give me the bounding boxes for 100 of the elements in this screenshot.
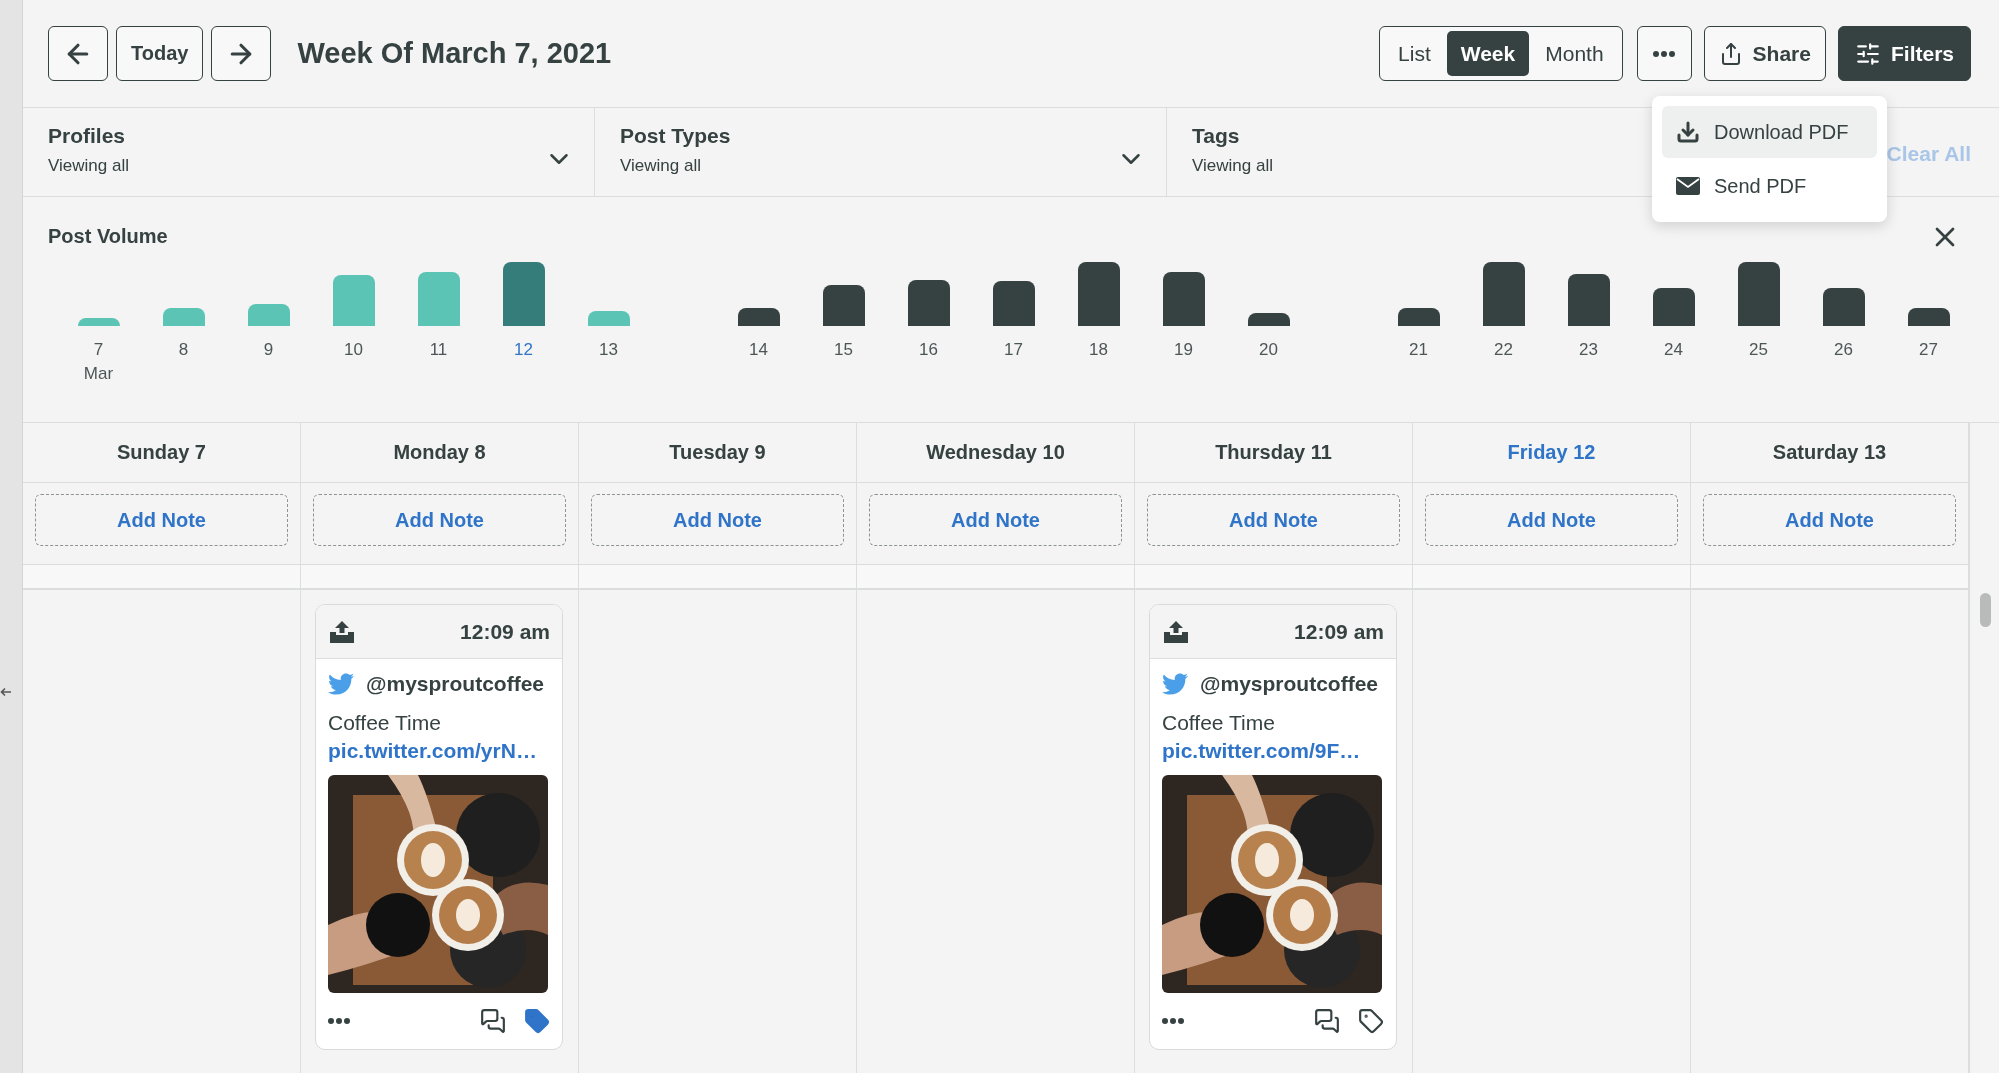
add-note-button[interactable]: Add Note xyxy=(869,494,1122,546)
volume-bar[interactable] xyxy=(992,281,1035,326)
post-time: 12:09 am xyxy=(1294,619,1384,644)
post-text: Coffee Time xyxy=(328,711,442,735)
volume-bar[interactable] xyxy=(1567,274,1610,326)
day-label: 23 xyxy=(1579,340,1598,360)
twitter-bird-icon xyxy=(328,671,354,697)
filters-button[interactable]: Filters xyxy=(1837,26,1971,81)
more-icon xyxy=(1162,1018,1184,1024)
volume-bar[interactable] xyxy=(1737,262,1780,326)
tag-button[interactable] xyxy=(524,1008,550,1034)
volume-bar[interactable] xyxy=(1907,308,1950,326)
day-label: 19 xyxy=(1174,340,1193,360)
account-handle: @mysproutcoffee xyxy=(1200,672,1378,696)
volume-bar[interactable] xyxy=(502,262,545,326)
day-label: 13 xyxy=(599,340,618,360)
chat-bubbles-icon xyxy=(1314,1008,1340,1034)
day-label: 27 xyxy=(1919,340,1938,360)
tag-icon xyxy=(524,1008,550,1034)
chat-bubbles-icon xyxy=(480,1008,506,1034)
more-button[interactable] xyxy=(328,1018,350,1024)
volume-bar[interactable] xyxy=(737,308,780,326)
filter-dropdown[interactable]: Post Types Viewing all xyxy=(595,108,1167,196)
comments-button[interactable] xyxy=(1314,1008,1340,1034)
filter-value: Viewing all xyxy=(48,156,129,176)
day-label: 10 xyxy=(344,340,363,360)
filter-value: Viewing all xyxy=(1192,156,1273,176)
day-label: 14 xyxy=(749,340,768,360)
share-button[interactable]: Share xyxy=(1703,26,1826,81)
menu-item[interactable]: Download PDF xyxy=(1662,106,1877,158)
tag-button[interactable] xyxy=(1358,1008,1384,1034)
previous-button[interactable] xyxy=(48,26,108,81)
add-note-button[interactable]: Add Note xyxy=(591,494,844,546)
view-tab[interactable]: List xyxy=(1384,31,1445,76)
day-label: 25 xyxy=(1749,340,1768,360)
day-header: Wednesday 10 xyxy=(857,423,1134,483)
chart-title: Post Volume xyxy=(48,225,168,247)
next-button[interactable] xyxy=(211,26,272,81)
add-note-button[interactable]: Add Note xyxy=(1147,494,1400,546)
more-button[interactable] xyxy=(1162,1018,1184,1024)
day-label: 20 xyxy=(1259,340,1278,360)
day-header: Sunday 7 xyxy=(23,423,300,483)
arrow-left-icon[interactable] xyxy=(0,685,12,698)
more-icon xyxy=(1653,50,1676,57)
day-label: 9 xyxy=(263,340,274,360)
day-label: 18 xyxy=(1089,340,1108,360)
volume-bar[interactable] xyxy=(1077,262,1120,326)
post-text: Coffee Time xyxy=(1162,711,1276,735)
post-time: 12:09 am xyxy=(460,619,550,644)
post-link[interactable]: pic.twitter.com/9F… xyxy=(1162,739,1384,763)
post-card[interactable]: 12:09 am @mysproutcoffee Coffee Time pic.twitter.com/yrN… xyxy=(315,604,563,1050)
volume-bar[interactable] xyxy=(1397,308,1440,326)
post-link[interactable]: pic.twitter.com/yrN… xyxy=(328,739,550,763)
day-label: 17 xyxy=(1004,340,1023,360)
download-icon xyxy=(1676,120,1700,144)
filter-value: Viewing all xyxy=(620,156,702,176)
volume-bar[interactable] xyxy=(907,280,950,326)
day-label: 24 xyxy=(1664,340,1683,360)
volume-bar[interactable] xyxy=(1247,313,1290,326)
twitter-bird-icon xyxy=(1162,671,1188,697)
day-header: Monday 8 xyxy=(301,423,578,483)
volume-bar[interactable] xyxy=(1652,288,1695,326)
comments-button[interactable] xyxy=(480,1008,506,1034)
volume-bar[interactable] xyxy=(1482,262,1525,326)
day-header: Tuesday 9 xyxy=(579,423,856,483)
day-label: 8 xyxy=(178,340,189,360)
day-label: 26 xyxy=(1834,340,1853,360)
add-note-button[interactable]: Add Note xyxy=(35,494,288,546)
day-label: 7 xyxy=(93,340,104,360)
week-title: Week Of March 7, 2021 xyxy=(297,37,612,70)
account-handle: @mysproutcoffee xyxy=(366,672,544,696)
filter-label: Tags xyxy=(1192,124,1241,148)
view-tab[interactable]: Month xyxy=(1531,31,1618,76)
day-label: 16 xyxy=(919,340,938,360)
add-note-button[interactable]: Add Note xyxy=(313,494,566,546)
volume-bar[interactable] xyxy=(822,285,865,326)
add-note-button[interactable]: Add Note xyxy=(1703,494,1956,546)
view-tab[interactable]: Week xyxy=(1446,31,1530,76)
more-button[interactable] xyxy=(1636,26,1692,81)
post-card[interactable]: 12:09 am @mysproutcoffee Coffee Time pic.twitter.com/9F… xyxy=(1149,604,1397,1050)
add-note-button[interactable]: Add Note xyxy=(1425,494,1678,546)
volume-bar[interactable] xyxy=(1162,272,1205,326)
today-button[interactable]: Today xyxy=(116,26,204,81)
filter-dropdown[interactable]: Profiles Viewing all xyxy=(23,108,595,196)
volume-bar[interactable] xyxy=(1822,288,1865,326)
day-label: 22 xyxy=(1494,340,1513,360)
day-header: Friday 12 xyxy=(1413,423,1690,483)
day-header: Saturday 13 xyxy=(1691,423,1968,483)
day-header: Thursday 11 xyxy=(1135,423,1412,483)
upload-tray-icon xyxy=(328,619,356,644)
tag-icon xyxy=(1358,1008,1384,1034)
scrollbar-thumb[interactable] xyxy=(1980,593,1991,627)
menu-item[interactable]: Send PDF xyxy=(1662,160,1877,212)
mail-icon xyxy=(1676,177,1700,195)
sliders-icon xyxy=(1854,40,1881,67)
more-icon xyxy=(328,1018,350,1024)
filter-label: Post Types xyxy=(620,124,731,148)
filter-label: Profiles xyxy=(48,124,127,148)
day-label: 11 xyxy=(429,340,448,360)
day-label: 12 xyxy=(514,340,533,360)
